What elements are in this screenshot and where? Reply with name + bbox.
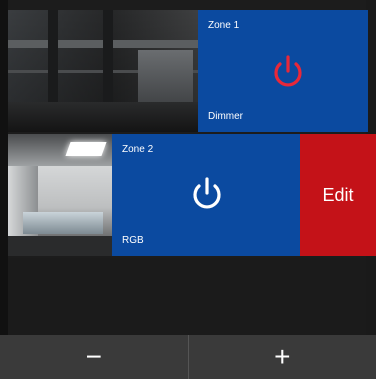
zone1-photo[interactable] — [8, 10, 198, 132]
zone1-type: Dimmer — [208, 111, 243, 122]
zone2-tile[interactable]: Zone 2 RGB — [112, 134, 300, 256]
zone2-photo[interactable] — [8, 134, 112, 256]
minus-button[interactable]: − — [0, 335, 188, 379]
floor — [8, 102, 198, 132]
plus-button[interactable]: + — [189, 335, 376, 379]
bottom-toolbar: − + — [0, 335, 376, 379]
zone1-name: Zone 1 — [208, 20, 240, 31]
zone2-type: RGB — [122, 235, 144, 246]
zone1-tile[interactable]: Zone 1 Dimmer — [198, 10, 368, 132]
left-edge — [0, 0, 8, 335]
zone1-power-icon[interactable] — [271, 54, 305, 90]
zone-list-screen: Zone 1 Dimmer Zone 2 RGB Edit − + — [0, 0, 376, 379]
empty-list-area — [8, 258, 366, 335]
ceiling-lamp — [65, 142, 107, 156]
zone2-power-icon[interactable] — [190, 176, 224, 212]
floor — [8, 236, 112, 256]
desk — [23, 212, 103, 234]
zone2-name: Zone 2 — [122, 144, 154, 155]
edit-button[interactable]: Edit — [300, 134, 376, 256]
